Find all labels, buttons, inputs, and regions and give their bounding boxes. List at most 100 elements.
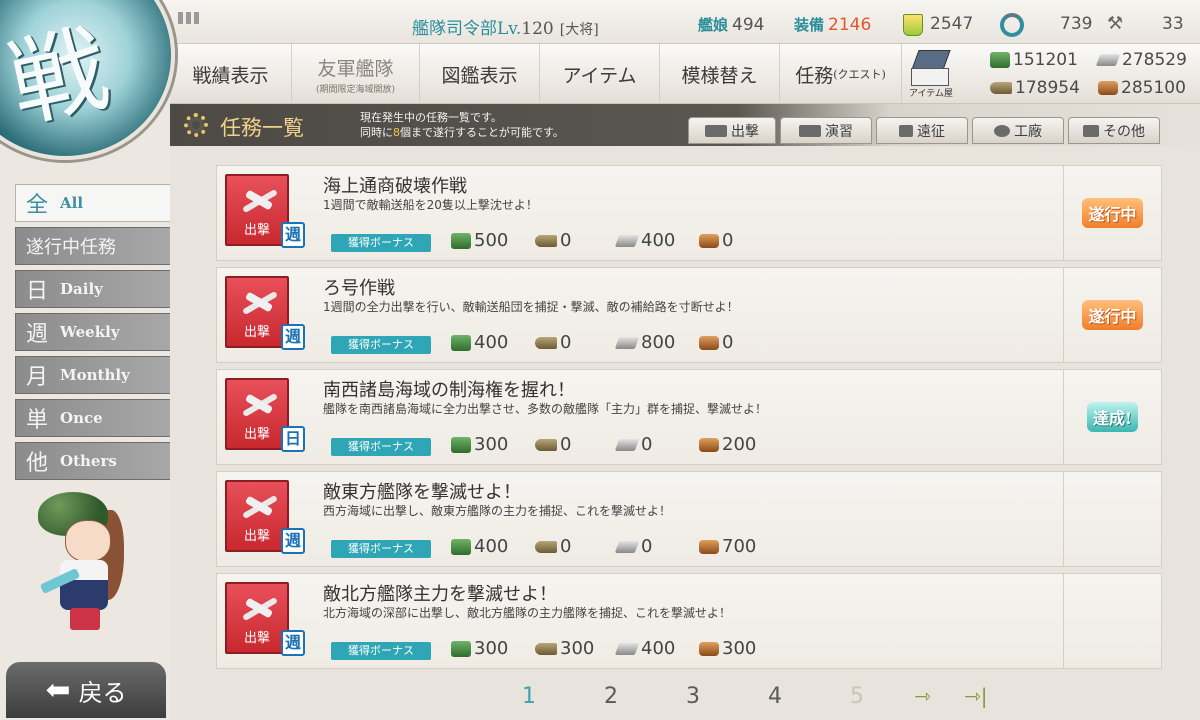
quest-description: 西方海域に出撃し、敵東方艦隊の主力を捕捉、これを撃滅せよ！	[323, 504, 672, 518]
quest-description: 現在発生中の任務一覧です。 同時に8個まで遂行することが可能です。	[360, 110, 564, 140]
next-page-arrow-icon[interactable]: ⇾	[914, 684, 931, 708]
back-label: 戻る	[78, 678, 127, 707]
nav-furniture[interactable]: 模様替え	[660, 44, 780, 104]
nav-album[interactable]: 図鑑表示	[420, 44, 540, 104]
ammo-icon	[990, 82, 1012, 94]
filter-weekly[interactable]: 週 Weekly	[15, 313, 172, 351]
quest-title: 海上通商破壊作戦	[323, 176, 467, 197]
quest-category-label: 出撃	[243, 529, 270, 544]
bauxite-icon	[699, 335, 719, 350]
quest-category-badge: 出撃	[225, 276, 289, 348]
reward-steel-value: 800	[641, 332, 676, 353]
ship-icon	[705, 124, 727, 137]
page-title: 任務一覧	[220, 116, 304, 140]
page-3[interactable]: 3	[686, 684, 700, 709]
filter-daily-char: 日	[26, 279, 49, 304]
quest-row[interactable]: 出撃 週 海上通商破壊作戦 1週間で敵輸送船を20隻以上撃沈せよ！ 獲得ボーナス…	[216, 165, 1162, 261]
quest-status[interactable]	[1063, 472, 1161, 566]
reward-bauxite-value: 0	[722, 230, 734, 251]
filter-once[interactable]: 単 Once	[15, 399, 172, 437]
tab-other[interactable]: その他	[1068, 117, 1160, 144]
filter-ongoing[interactable]: 遂行中任務	[15, 227, 172, 265]
quest-status[interactable]: 遂行中	[1063, 268, 1161, 362]
bauxite-value: 285100	[1121, 78, 1186, 98]
tab-sortie[interactable]: 出撃	[688, 117, 776, 144]
last-page-arrow-icon[interactable]: ⇾|	[964, 684, 988, 708]
filter-others[interactable]: 他 Others	[15, 442, 172, 480]
nav-record[interactable]: 戦績表示	[170, 44, 292, 104]
tab-expedition[interactable]: 遠征	[876, 117, 968, 144]
back-button[interactable]: ⬅ 戻る	[4, 660, 168, 720]
dev-material-count: 739	[1060, 14, 1093, 34]
reward-bauxite: 0	[699, 332, 733, 353]
reward-fuel-value: 400	[474, 536, 509, 557]
reward-fuel: 300	[451, 434, 508, 455]
page-5[interactable]: 5	[850, 684, 864, 709]
reward-steel-value: 0	[641, 536, 653, 557]
quest-status[interactable]: 達成!	[1063, 370, 1161, 464]
tab-exercise[interactable]: 演習	[780, 117, 872, 144]
nav-quest[interactable]: 任務 (クエスト)	[780, 44, 902, 104]
ammo-resource: 178954	[990, 78, 1080, 98]
filter-all-char: 全	[26, 193, 49, 218]
quest-title: 南西諸島海域の制海権を握れ！	[323, 380, 575, 401]
reward-ammo: 0	[535, 230, 571, 251]
equip-count-label: 装備	[794, 16, 825, 34]
reward-bauxite-value: 200	[722, 434, 757, 455]
quest-row[interactable]: 出撃 週 ろ号作戦 1週間の全力出撃を行い、敵輸送船団を捕捉・撃滅、敵の補給路を…	[216, 267, 1162, 363]
filter-weekly-char: 週	[26, 322, 49, 347]
reward-bauxite: 0	[699, 230, 733, 251]
filter-monthly[interactable]: 月 Monthly	[15, 356, 172, 394]
steel-resource: 278529	[1095, 50, 1187, 70]
reward-fuel-value: 300	[474, 638, 509, 659]
item-shop-button[interactable]: アイテム屋	[905, 50, 957, 100]
reward-ammo-value: 0	[560, 434, 572, 455]
character-legs	[70, 608, 100, 630]
quest-status[interactable]: 遂行中	[1063, 166, 1161, 260]
filter-ongoing-label: 遂行中任務	[26, 237, 116, 258]
filter-all[interactable]: 全 All	[15, 184, 172, 222]
quest-row[interactable]: 出撃 日 南西諸島海域の制海権を握れ！ 艦隊を南西諸島海域に全力出撃させ、多数の…	[216, 369, 1162, 465]
player-name-redacted	[178, 12, 200, 24]
bonus-label: 獲得ボーナス	[331, 438, 431, 456]
dev-material-icon	[1000, 13, 1024, 37]
quest-row[interactable]: 出撃 週 敵東方艦隊を撃滅せよ！ 西方海域に出撃し、敵東方艦隊の主力を捕捉、これ…	[216, 471, 1162, 567]
quest-frequency-badge: 日	[281, 426, 305, 452]
nav-friend-fleet[interactable]: 友軍艦隊 (期間限定海域開放)	[292, 44, 420, 104]
page-1[interactable]: 1	[522, 684, 536, 709]
nav-item-label: アイテム	[562, 64, 637, 87]
steel-icon	[614, 438, 640, 451]
nav-item[interactable]: アイテム	[540, 44, 660, 104]
reward-steel: 400	[614, 638, 675, 659]
page-4[interactable]: 4	[768, 684, 782, 709]
shop-roof-icon	[911, 50, 951, 70]
page-2[interactable]: 2	[604, 684, 618, 709]
admiral-emblem[interactable]: 戦	[0, 0, 175, 160]
filter-weekly-label: Weekly	[60, 323, 120, 341]
nav-album-label: 図鑑表示	[441, 64, 518, 87]
bauxite-resource: 285100	[1098, 78, 1186, 98]
document-icon	[1083, 124, 1099, 137]
reward-fuel-value: 400	[474, 332, 509, 353]
quest-description: 艦隊を南西諸島海域に全力出撃させ、多数の敵艦隊「主力」群を捕捉、撃滅せよ！	[323, 402, 768, 416]
bonus-label: 獲得ボーナス	[331, 234, 431, 252]
tab-arsenal[interactable]: 工廠	[972, 117, 1064, 144]
quest-status[interactable]	[1063, 574, 1161, 668]
plane-icon	[237, 182, 281, 216]
desc-line-1: 現在発生中の任務一覧です。	[360, 111, 502, 124]
screw-icon: ⚒	[1107, 13, 1124, 34]
filter-daily[interactable]: 日 Daily	[15, 270, 172, 308]
filter-others-label: Others	[60, 452, 117, 470]
desc-line-2-b: 個まで遂行することが可能です。	[400, 126, 564, 139]
reward-steel: 0	[614, 434, 652, 455]
secretary-ship-character[interactable]	[30, 478, 140, 630]
max-quest-count: 8	[393, 126, 400, 139]
reward-fuel: 400	[451, 332, 508, 353]
steel-value: 278529	[1122, 50, 1187, 70]
steel-icon	[614, 540, 640, 553]
quest-title: 敵北方艦隊主力を撃滅せよ！	[323, 584, 557, 605]
steel-icon	[614, 234, 640, 247]
quest-row[interactable]: 出撃 週 敵北方艦隊主力を撃滅せよ！ 北方海域の深部に出撃し、敵北方艦隊の主力艦…	[216, 573, 1162, 669]
tab-exercise-label: 演習	[825, 123, 853, 140]
ammo-value: 178954	[1015, 78, 1080, 98]
